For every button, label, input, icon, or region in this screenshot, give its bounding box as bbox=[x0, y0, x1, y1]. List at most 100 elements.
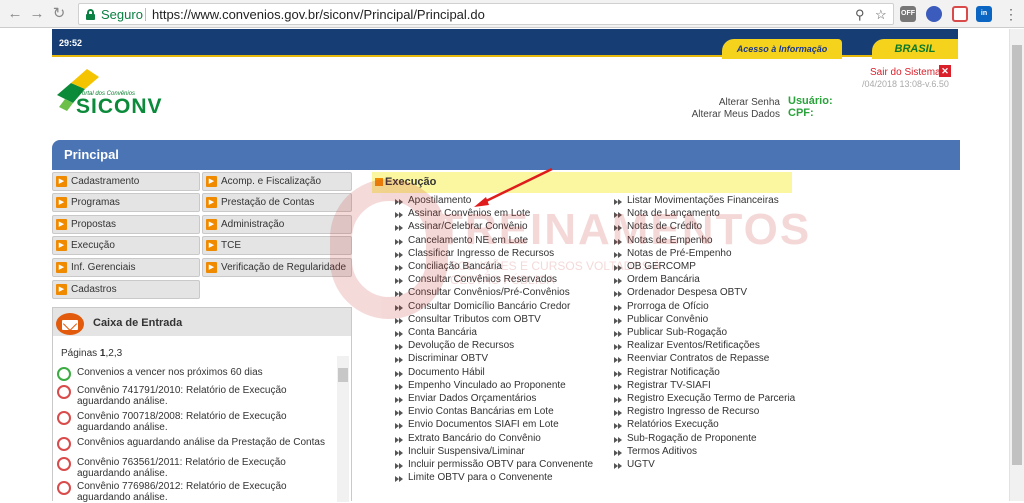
menu-prestacao-contas[interactable]: ▶ Prestação de Contas bbox=[202, 193, 352, 212]
link-envio-contas-bancarias-em-lote[interactable]: Envio Contas Bancárias em Lote bbox=[395, 406, 554, 418]
link-envio-documentos-siafi-em-lote[interactable]: Envio Documentos SIAFI em Lote bbox=[395, 419, 559, 431]
link-registro-ingresso-de-recurso[interactable]: Registro Ingresso de Recurso bbox=[614, 406, 759, 418]
arrow-right-icon: ▶ bbox=[206, 262, 217, 273]
url-text[interactable]: https://www.convenios.gov.br/siconv/Prin… bbox=[152, 7, 485, 22]
page-scrollbar[interactable] bbox=[1009, 29, 1024, 501]
menu-cadastramento[interactable]: ▶ Cadastramento bbox=[52, 172, 200, 191]
menu-cadastros[interactable]: ▶ Cadastros bbox=[52, 280, 200, 299]
link-assinar-convenios-em-lote[interactable]: Assinar Convênios em Lote bbox=[395, 208, 530, 220]
link-apostilamento[interactable]: Apostilamento bbox=[395, 195, 471, 207]
sair-do-sistema-link[interactable]: Sair do Sistema bbox=[870, 67, 941, 78]
link-realizar-eventos-retificacoes[interactable]: Realizar Eventos/Retificações bbox=[614, 340, 760, 352]
reload-icon[interactable]: ↻ bbox=[50, 5, 68, 23]
arrow-right-icon: ▶ bbox=[56, 240, 67, 251]
acesso-informacao-link[interactable]: Acesso à Informação bbox=[722, 39, 842, 59]
inbox-message[interactable]: Convênios aguardando análise da Prestaçã… bbox=[57, 437, 329, 451]
arrow-right-icon: ▶ bbox=[206, 219, 217, 230]
link-publicar-convenio[interactable]: Publicar Convênio bbox=[614, 314, 708, 326]
scrollbar-thumb[interactable] bbox=[1012, 45, 1022, 465]
link-termos-aditivos[interactable]: Termos Aditivos bbox=[614, 446, 697, 458]
link-assinar-celebrar-convenio[interactable]: Assinar/Celebrar Convênio bbox=[395, 221, 528, 233]
forward-icon[interactable]: → bbox=[28, 5, 46, 23]
menu-inf-gerenciais[interactable]: ▶ Inf. Gerenciais bbox=[52, 258, 200, 277]
account-links: Alterar Senha Alterar Meus Dados bbox=[640, 97, 780, 121]
user-info: Usuário: CPF: bbox=[788, 95, 833, 119]
link-notas-de-pre-empenho[interactable]: Notas de Pré-Empenho bbox=[614, 248, 732, 260]
inbox-title: Caixa de Entrada bbox=[93, 317, 183, 329]
link-ordenador-despesa-obtv[interactable]: Ordenador Despesa OBTV bbox=[614, 287, 747, 299]
collapse-icon[interactable] bbox=[375, 178, 383, 186]
link-cancelamento-ne-em-lote[interactable]: Cancelamento NE em Lote bbox=[395, 235, 528, 247]
link-prorroga-de-oficio[interactable]: Prorroga de Ofício bbox=[614, 301, 709, 313]
inbox-message[interactable]: Convênio 741791/2010: Relatório de Execu… bbox=[57, 385, 329, 407]
browser-menu-icon[interactable]: ⋮ bbox=[1004, 6, 1018, 23]
link-empenho-vinculado-ao-proponente[interactable]: Empenho Vinculado ao Proponente bbox=[395, 380, 566, 392]
link-extrato-bancario-do-convenio[interactable]: Extrato Bancário do Convênio bbox=[395, 433, 541, 445]
inbox-message[interactable]: Convênio 700718/2008: Relatório de Execu… bbox=[57, 411, 329, 433]
link-listar-movimentacoes-financeiras[interactable]: Listar Movimentações Financeiras bbox=[614, 195, 779, 207]
link-relatorios-execucao[interactable]: Relatórios Execução bbox=[614, 419, 719, 431]
link-ob-gercomp[interactable]: OB GERCOMP bbox=[614, 261, 696, 273]
link-publicar-sub-rogacao[interactable]: Publicar Sub-Rogação bbox=[614, 327, 727, 339]
lock-icon bbox=[86, 9, 95, 20]
link-consultar-domicilio-bancario-credor[interactable]: Consultar Domicílio Bancário Credor bbox=[395, 301, 570, 313]
link-incluir-permissao-obtv-para-convenente[interactable]: Incluir permissão OBTV para Convenente bbox=[395, 459, 593, 471]
menu-tce[interactable]: ▶ TCE bbox=[202, 236, 352, 255]
close-icon[interactable]: ✕ bbox=[939, 65, 951, 77]
link-nota-de-lancamento[interactable]: Nota de Lançamento bbox=[614, 208, 720, 220]
red-arrow-annotation bbox=[474, 167, 553, 207]
link-devolucao-de-recursos[interactable]: Devolução de Recursos bbox=[395, 340, 514, 352]
link-enviar-dados-orcamentarios[interactable]: Enviar Dados Orçamentários bbox=[395, 393, 536, 405]
arrow-right-icon: ▶ bbox=[206, 240, 217, 251]
inbox-message[interactable]: Convênio 776986/2012: Relatório de Execu… bbox=[57, 481, 329, 503]
link-sub-rogacao-de-proponente[interactable]: Sub-Rogação de Proponente bbox=[614, 433, 757, 445]
link-consultar-convenios-pre-convenios[interactable]: Consultar Convênios/Pré-Convênios bbox=[395, 287, 570, 299]
alterar-senha-link[interactable]: Alterar Senha bbox=[640, 97, 780, 109]
browser-toolbar: ← → ↻ Seguro https://www.convenios.gov.b… bbox=[0, 0, 1024, 28]
back-icon[interactable]: ← bbox=[6, 5, 24, 23]
link-registro-execucao-termo-de-parceria[interactable]: Registro Execução Termo de Parceria bbox=[614, 393, 795, 405]
link-conta-bancaria[interactable]: Conta Bancária bbox=[395, 327, 477, 339]
logo-name: SICONV bbox=[76, 95, 163, 118]
link-classificar-ingresso-de-recursos[interactable]: Classificar Ingresso de Recursos bbox=[395, 248, 554, 260]
alert-icon bbox=[57, 457, 71, 471]
link-ugtv[interactable]: UGTV bbox=[614, 459, 655, 471]
alterar-dados-link[interactable]: Alterar Meus Dados bbox=[640, 109, 780, 121]
address-bar[interactable]: Seguro https://www.convenios.gov.br/sico… bbox=[78, 3, 894, 25]
inbox-header: Caixa de Entrada bbox=[53, 308, 351, 336]
brasil-link[interactable]: BRASIL bbox=[872, 39, 958, 59]
top-bar: 29:52 Acesso à Informação BRASIL bbox=[52, 29, 958, 59]
link-documento-habil[interactable]: Documento Hábil bbox=[395, 367, 485, 379]
link-incluir-suspensiva-liminar[interactable]: Incluir Suspensiva/Liminar bbox=[395, 446, 525, 458]
extension-circle-icon[interactable] bbox=[926, 6, 942, 22]
menu-acomp-fiscalizacao[interactable]: ▶ Acomp. e Fiscalização bbox=[202, 172, 352, 191]
link-registrar-tv-siafi[interactable]: Registrar TV-SIAFI bbox=[614, 380, 711, 392]
inbox-message[interactable]: Convenios a vencer nos próximos 60 dias bbox=[57, 367, 329, 381]
link-registrar-notificacao[interactable]: Registrar Notificação bbox=[614, 367, 720, 379]
link-notas-de-empenho[interactable]: Notas de Empenho bbox=[614, 235, 713, 247]
principal-title: Principal bbox=[64, 147, 119, 162]
link-notas-de-credito[interactable]: Notas de Crédito bbox=[614, 221, 702, 233]
menu-verificacao-regularidade[interactable]: ▶ Verificação de Regularidade bbox=[202, 258, 352, 277]
link-consultar-tributos-com-obtv[interactable]: Consultar Tributos com OBTV bbox=[395, 314, 541, 326]
link-reenviar-contratos-de-repasse[interactable]: Reenviar Contratos de Repasse bbox=[614, 353, 769, 365]
menu-administracao[interactable]: ▶ Administração bbox=[202, 215, 352, 234]
envelope-icon bbox=[56, 313, 84, 335]
menu-execucao[interactable]: ▶ Execução bbox=[52, 236, 200, 255]
extension-shield-icon[interactable] bbox=[952, 6, 968, 22]
menu-propostas[interactable]: ▶ Propostas bbox=[52, 215, 200, 234]
link-ordem-bancaria[interactable]: Ordem Bancária bbox=[614, 274, 700, 286]
zoom-icon[interactable]: ⚲ bbox=[855, 7, 865, 23]
extension-off-icon[interactable]: OFF bbox=[900, 6, 916, 22]
inbox-scroll-thumb[interactable] bbox=[338, 368, 348, 382]
link-conciliacao-bancaria[interactable]: Conciliação Bancária bbox=[395, 261, 502, 273]
inbox-message[interactable]: Convênio 763561/2011: Relatório de Execu… bbox=[57, 457, 329, 479]
bookmark-star-icon[interactable]: ☆ bbox=[875, 7, 887, 23]
menu-programas[interactable]: ▶ Programas bbox=[52, 193, 200, 212]
inbox-scrollbar[interactable] bbox=[337, 356, 349, 502]
linkedin-icon[interactable]: in bbox=[976, 6, 992, 22]
link-limite-obtv-para-o-convenente[interactable]: Limite OBTV para o Convenente bbox=[395, 472, 553, 484]
page-links[interactable]: ,2,3 bbox=[105, 348, 122, 359]
link-consultar-convenios-reservados[interactable]: Consultar Convênios Reservados bbox=[395, 274, 557, 286]
link-discriminar-obtv[interactable]: Discriminar OBTV bbox=[395, 353, 488, 365]
